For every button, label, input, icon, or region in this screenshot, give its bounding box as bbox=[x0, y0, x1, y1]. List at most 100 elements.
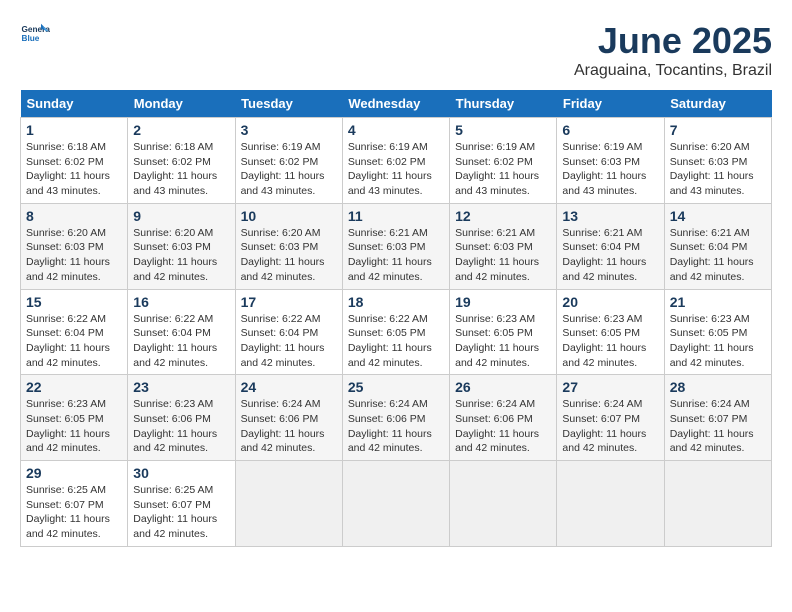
day-number: 23 bbox=[133, 379, 229, 395]
day-number: 22 bbox=[26, 379, 122, 395]
cell-details: Sunrise: 6:19 AMSunset: 6:02 PMDaylight:… bbox=[348, 140, 444, 199]
calendar-cell: 3 Sunrise: 6:19 AMSunset: 6:02 PMDaylight… bbox=[235, 118, 342, 204]
cell-details: Sunrise: 6:22 AMSunset: 6:04 PMDaylight:… bbox=[241, 312, 337, 371]
col-header-thursday: Thursday bbox=[450, 90, 557, 118]
location-title: Araguaina, Tocantins, Brazil bbox=[574, 62, 772, 80]
logo-icon: General Blue bbox=[20, 20, 50, 50]
calendar-cell: 25 Sunrise: 6:24 AMSunset: 6:06 PMDayligh… bbox=[342, 375, 449, 461]
week-row-5: 29Sunrise: 6:25 AMSunset: 6:07 PMDayligh… bbox=[21, 461, 772, 547]
cell-details: Sunrise: 6:20 AMSunset: 6:03 PMDaylight:… bbox=[241, 226, 337, 285]
calendar-cell: 11 Sunrise: 6:21 AMSunset: 6:03 PMDayligh… bbox=[342, 203, 449, 289]
day-number: 14 bbox=[670, 208, 766, 224]
day-number: 18 bbox=[348, 294, 444, 310]
day-number: 20 bbox=[562, 294, 658, 310]
cell-details: Sunrise: 6:23 AMSunset: 6:05 PMDaylight:… bbox=[562, 312, 658, 371]
calendar-cell: 24 Sunrise: 6:24 AMSunset: 6:06 PMDayligh… bbox=[235, 375, 342, 461]
cell-details: Sunrise: 6:24 AMSunset: 6:07 PMDaylight:… bbox=[670, 397, 766, 456]
cell-details: Sunrise: 6:24 AMSunset: 6:06 PMDaylight:… bbox=[241, 397, 337, 456]
calendar-cell bbox=[664, 461, 771, 547]
cell-details: Sunrise: 6:23 AMSunset: 6:05 PMDaylight:… bbox=[670, 312, 766, 371]
day-number: 4 bbox=[348, 122, 444, 138]
day-number: 10 bbox=[241, 208, 337, 224]
calendar-cell: 2Sunrise: 6:18 AMSunset: 6:02 PMDaylight… bbox=[128, 118, 235, 204]
day-number: 12 bbox=[455, 208, 551, 224]
cell-details: Sunrise: 6:21 AMSunset: 6:03 PMDaylight:… bbox=[455, 226, 551, 285]
cell-details: Sunrise: 6:18 AMSunset: 6:02 PMDaylight:… bbox=[26, 140, 122, 199]
day-number: 29 bbox=[26, 465, 122, 481]
calendar-cell: 8 Sunrise: 6:20 AMSunset: 6:03 PMDaylight… bbox=[21, 203, 128, 289]
day-number: 7 bbox=[670, 122, 766, 138]
day-number: 16 bbox=[133, 294, 229, 310]
day-number: 17 bbox=[241, 294, 337, 310]
calendar-cell: 23 Sunrise: 6:23 AMSunset: 6:06 PMDayligh… bbox=[128, 375, 235, 461]
cell-details: Sunrise: 6:19 AMSunset: 6:03 PMDaylight:… bbox=[562, 140, 658, 199]
col-header-wednesday: Wednesday bbox=[342, 90, 449, 118]
cell-details: Sunrise: 6:21 AMSunset: 6:04 PMDaylight:… bbox=[670, 226, 766, 285]
calendar-cell: 15 Sunrise: 6:22 AMSunset: 6:04 PMDayligh… bbox=[21, 289, 128, 375]
calendar-cell: 14 Sunrise: 6:21 AMSunset: 6:04 PMDayligh… bbox=[664, 203, 771, 289]
cell-details: Sunrise: 6:23 AMSunset: 6:05 PMDaylight:… bbox=[455, 312, 551, 371]
day-number: 3 bbox=[241, 122, 337, 138]
calendar-cell: 21 Sunrise: 6:23 AMSunset: 6:05 PMDayligh… bbox=[664, 289, 771, 375]
calendar-cell: 12 Sunrise: 6:21 AMSunset: 6:03 PMDayligh… bbox=[450, 203, 557, 289]
col-header-tuesday: Tuesday bbox=[235, 90, 342, 118]
calendar-cell: 20 Sunrise: 6:23 AMSunset: 6:05 PMDayligh… bbox=[557, 289, 664, 375]
calendar-cell bbox=[235, 461, 342, 547]
cell-details: Sunrise: 6:19 AMSunset: 6:02 PMDaylight:… bbox=[241, 140, 337, 199]
cell-details: Sunrise: 6:21 AMSunset: 6:03 PMDaylight:… bbox=[348, 226, 444, 285]
cell-details: Sunrise: 6:20 AMSunset: 6:03 PMDaylight:… bbox=[26, 226, 122, 285]
month-title: June 2025 bbox=[574, 20, 772, 62]
calendar-cell: 28 Sunrise: 6:24 AMSunset: 6:07 PMDayligh… bbox=[664, 375, 771, 461]
day-number: 8 bbox=[26, 208, 122, 224]
calendar-cell: 4 Sunrise: 6:19 AMSunset: 6:02 PMDaylight… bbox=[342, 118, 449, 204]
calendar-cell bbox=[342, 461, 449, 547]
calendar-cell: 16 Sunrise: 6:22 AMSunset: 6:04 PMDayligh… bbox=[128, 289, 235, 375]
day-number: 9 bbox=[133, 208, 229, 224]
week-row-4: 22 Sunrise: 6:23 AMSunset: 6:05 PMDayligh… bbox=[21, 375, 772, 461]
page-header: General Blue June 2025 Araguaina, Tocant… bbox=[20, 20, 772, 80]
cell-details: Sunrise: 6:22 AMSunset: 6:04 PMDaylight:… bbox=[133, 312, 229, 371]
week-row-3: 15 Sunrise: 6:22 AMSunset: 6:04 PMDayligh… bbox=[21, 289, 772, 375]
cell-details: Sunrise: 6:23 AMSunset: 6:06 PMDaylight:… bbox=[133, 397, 229, 456]
calendar-cell: 19 Sunrise: 6:23 AMSunset: 6:05 PMDayligh… bbox=[450, 289, 557, 375]
day-number: 30 bbox=[133, 465, 229, 481]
day-number: 15 bbox=[26, 294, 122, 310]
cell-details: Sunrise: 6:20 AMSunset: 6:03 PMDaylight:… bbox=[133, 226, 229, 285]
day-number: 25 bbox=[348, 379, 444, 395]
calendar-cell: 26Sunrise: 6:24 AMSunset: 6:06 PMDayligh… bbox=[450, 375, 557, 461]
col-header-monday: Monday bbox=[128, 90, 235, 118]
calendar-cell: 1Sunrise: 6:18 AMSunset: 6:02 PMDaylight… bbox=[21, 118, 128, 204]
calendar-cell: 13 Sunrise: 6:21 AMSunset: 6:04 PMDayligh… bbox=[557, 203, 664, 289]
cell-details: Sunrise: 6:21 AMSunset: 6:04 PMDaylight:… bbox=[562, 226, 658, 285]
calendar-cell: 22 Sunrise: 6:23 AMSunset: 6:05 PMDayligh… bbox=[21, 375, 128, 461]
cell-details: Sunrise: 6:23 AMSunset: 6:05 PMDaylight:… bbox=[26, 397, 122, 456]
day-number: 28 bbox=[670, 379, 766, 395]
week-row-2: 8 Sunrise: 6:20 AMSunset: 6:03 PMDaylight… bbox=[21, 203, 772, 289]
calendar-cell: 29Sunrise: 6:25 AMSunset: 6:07 PMDayligh… bbox=[21, 461, 128, 547]
day-number: 13 bbox=[562, 208, 658, 224]
calendar-cell: 9 Sunrise: 6:20 AMSunset: 6:03 PMDaylight… bbox=[128, 203, 235, 289]
col-header-friday: Friday bbox=[557, 90, 664, 118]
cell-details: Sunrise: 6:20 AMSunset: 6:03 PMDaylight:… bbox=[670, 140, 766, 199]
cell-details: Sunrise: 6:22 AMSunset: 6:04 PMDaylight:… bbox=[26, 312, 122, 371]
week-row-1: 1Sunrise: 6:18 AMSunset: 6:02 PMDaylight… bbox=[21, 118, 772, 204]
calendar-cell: 18 Sunrise: 6:22 AMSunset: 6:05 PMDayligh… bbox=[342, 289, 449, 375]
day-number: 21 bbox=[670, 294, 766, 310]
day-number: 5 bbox=[455, 122, 551, 138]
day-number: 11 bbox=[348, 208, 444, 224]
cell-details: Sunrise: 6:24 AMSunset: 6:06 PMDaylight:… bbox=[455, 397, 551, 456]
calendar-cell: 6 Sunrise: 6:19 AMSunset: 6:03 PMDaylight… bbox=[557, 118, 664, 204]
svg-text:Blue: Blue bbox=[22, 34, 40, 43]
title-area: June 2025 Araguaina, Tocantins, Brazil bbox=[574, 20, 772, 80]
calendar-table: SundayMondayTuesdayWednesdayThursdayFrid… bbox=[20, 90, 772, 547]
calendar-cell bbox=[450, 461, 557, 547]
cell-details: Sunrise: 6:22 AMSunset: 6:05 PMDaylight:… bbox=[348, 312, 444, 371]
calendar-cell: 17 Sunrise: 6:22 AMSunset: 6:04 PMDayligh… bbox=[235, 289, 342, 375]
day-number: 27 bbox=[562, 379, 658, 395]
day-number: 19 bbox=[455, 294, 551, 310]
cell-details: Sunrise: 6:24 AMSunset: 6:06 PMDaylight:… bbox=[348, 397, 444, 456]
day-number: 2 bbox=[133, 122, 229, 138]
day-number: 6 bbox=[562, 122, 658, 138]
day-number: 24 bbox=[241, 379, 337, 395]
calendar-cell: 30Sunrise: 6:25 AMSunset: 6:07 PMDayligh… bbox=[128, 461, 235, 547]
